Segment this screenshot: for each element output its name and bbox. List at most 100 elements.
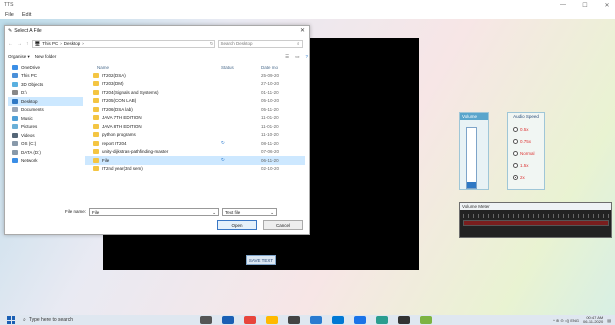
cancel-button[interactable]: Cancel [263, 220, 303, 230]
taskbar-app-icon[interactable] [310, 316, 322, 324]
search-input[interactable]: Search Desktop ⌕ [217, 39, 303, 48]
audio-speed-title: Audio Speed [513, 114, 539, 119]
location-icon [12, 90, 18, 96]
folder-icon [93, 123, 99, 129]
taskbar-app-icon[interactable] [288, 316, 300, 324]
speed-option-0[interactable]: 0.5x [513, 127, 544, 132]
sidebar-item-11[interactable]: Network [8, 157, 83, 166]
clock[interactable]: 00:47 AM 06-11-2020 [583, 315, 603, 325]
table-row[interactable]: IT204(Signals and Systems) 01-11-20 [85, 88, 305, 97]
taskbar-app-icon[interactable] [398, 316, 410, 324]
preview-pane-icon[interactable]: ▭ [295, 54, 299, 60]
forward-icon[interactable]: → [17, 41, 22, 47]
sidebar-item-7[interactable]: Pictures [8, 123, 83, 132]
tray-icons[interactable]: ^ ⊛ ⊝ ◁) ENG [553, 318, 579, 323]
table-row[interactable]: IT203(DM) 27-10-20 [85, 80, 305, 89]
menu-edit[interactable]: Edit [22, 12, 31, 18]
sidebar-item-4[interactable]: Desktop [8, 97, 83, 106]
table-row[interactable]: python programs 11-10-20 [85, 131, 305, 140]
chevron-down-icon[interactable]: ⌄ [270, 210, 274, 215]
dialog-close-icon[interactable]: ✕ [300, 27, 305, 34]
column-date[interactable]: Date mo [261, 65, 301, 70]
table-row[interactable]: unity-dijkstras-pathfinding-master 07-06-… [85, 148, 305, 157]
open-button[interactable]: Open [217, 220, 257, 230]
file-name-cell: File [85, 157, 221, 163]
speed-option-4[interactable]: 2x [513, 175, 544, 180]
taskbar-search-placeholder: Type here to search [28, 317, 74, 323]
chevron-down-icon[interactable]: ⌄ [212, 210, 216, 215]
file-type-select[interactable]: Text file ⌄ [222, 207, 278, 216]
sidebar-item-label: This PC [21, 73, 38, 79]
column-name[interactable]: Name [85, 65, 221, 70]
file-name-input[interactable]: File ⌄ [89, 207, 220, 216]
taskbar-app-icon[interactable] [200, 316, 212, 324]
up-icon[interactable]: ↑ [26, 41, 29, 47]
breadcrumb[interactable]: 🖥 This PC › Desktop › ↻ [31, 39, 215, 48]
refresh-icon[interactable]: ↻ [210, 41, 214, 47]
sidebar-item-1[interactable]: This PC [8, 72, 83, 81]
chevron-right-icon: › [60, 41, 62, 46]
view-options-icon[interactable]: ☰ [285, 54, 289, 60]
sidebar-item-8[interactable]: Videos [8, 131, 83, 140]
table-row[interactable]: IT202(DSA) 25-09-20 [85, 71, 305, 80]
radio-button[interactable] [513, 151, 518, 156]
close-button[interactable]: ✕ [601, 2, 613, 9]
taskbar-app-icon[interactable] [332, 316, 344, 324]
taskbar-app-icon[interactable] [222, 316, 234, 324]
windows-start-icon[interactable] [7, 316, 15, 324]
maximize-button[interactable]: ☐ [579, 2, 591, 9]
file-name-cell: IT205(CON LAB) [85, 98, 221, 104]
breadcrumb-desktop[interactable]: Desktop [64, 41, 81, 46]
new-folder-button[interactable]: New folder [35, 54, 57, 59]
table-row[interactable]: JAVA 8TH EDITION 11-01-20 [85, 122, 305, 131]
table-row[interactable]: IT2nd year(3rd sem) 02-10-20 [85, 165, 305, 174]
file-name-text: File [102, 157, 110, 163]
table-row[interactable]: IT206(DSA lab) 05-11-20 [85, 105, 305, 114]
volume-slider[interactable] [466, 127, 477, 189]
sidebar-item-0[interactable]: OneDrive [8, 63, 83, 72]
file-name-cell: JAVA 7TH EDITION [85, 115, 221, 121]
sidebar-item-2[interactable]: 3D Objects [8, 80, 83, 89]
radio-button[interactable] [513, 127, 518, 132]
sidebar-item-10[interactable]: DATA (D:) [8, 148, 83, 157]
back-icon[interactable]: ← [8, 41, 13, 47]
volume-meter-bar [463, 220, 609, 226]
taskbar-app-icon[interactable] [376, 316, 388, 324]
pc-icon: 🖥 [34, 40, 41, 46]
sidebar-item-6[interactable]: Music [8, 114, 83, 123]
file-date: 08-11-20 [261, 140, 279, 146]
radio-button[interactable] [513, 163, 518, 168]
menu-file[interactable]: File [5, 12, 14, 18]
taskbar-app-icon[interactable] [266, 316, 278, 324]
location-icon [12, 107, 18, 113]
menu-bar: File Edit [0, 10, 615, 19]
notifications-icon[interactable]: ▤ [607, 318, 611, 323]
taskbar-app-icon[interactable] [244, 316, 256, 324]
speed-option-2[interactable]: Normal [513, 151, 544, 156]
save-text-button[interactable]: SAVE TEXT [246, 255, 276, 265]
help-icon[interactable]: ? [305, 54, 308, 60]
file-type-value: Text file [225, 209, 241, 215]
speed-option-3[interactable]: 1.5x [513, 163, 544, 168]
sidebar-item-9[interactable]: OS (C:) [8, 140, 83, 149]
organise-button[interactable]: Organise ▾ [8, 54, 30, 60]
column-status[interactable]: Status [221, 65, 261, 70]
table-row[interactable]: File ↻ 06-11-20 [85, 156, 305, 165]
sidebar-item-5[interactable]: Documents [8, 106, 83, 115]
file-name-text: JAVA 8TH EDITION [102, 123, 142, 129]
radio-button[interactable] [513, 139, 518, 144]
table-row[interactable]: report IT204 ↻ 08-11-20 [85, 139, 305, 148]
folder-icon [93, 81, 99, 87]
minimize-button[interactable]: — [557, 2, 569, 8]
taskbar-app-icon[interactable] [420, 316, 432, 324]
table-row[interactable]: JAVA 7TH EDITION 11-01-20 [85, 114, 305, 123]
radio-button[interactable] [513, 175, 518, 180]
sidebar-item-3[interactable]: D:\ [8, 89, 83, 98]
nav-arrows: ← → ↑ [8, 41, 29, 47]
speed-option-1[interactable]: 0.75x [513, 139, 544, 144]
taskbar-app-icon[interactable] [354, 316, 366, 324]
file-name-cell: report IT204 [85, 140, 221, 146]
breadcrumb-this-pc[interactable]: This PC [42, 41, 58, 46]
taskbar-search[interactable]: ⌕ Type here to search [23, 316, 173, 324]
table-row[interactable]: IT205(CON LAB) 05-10-20 [85, 97, 305, 106]
